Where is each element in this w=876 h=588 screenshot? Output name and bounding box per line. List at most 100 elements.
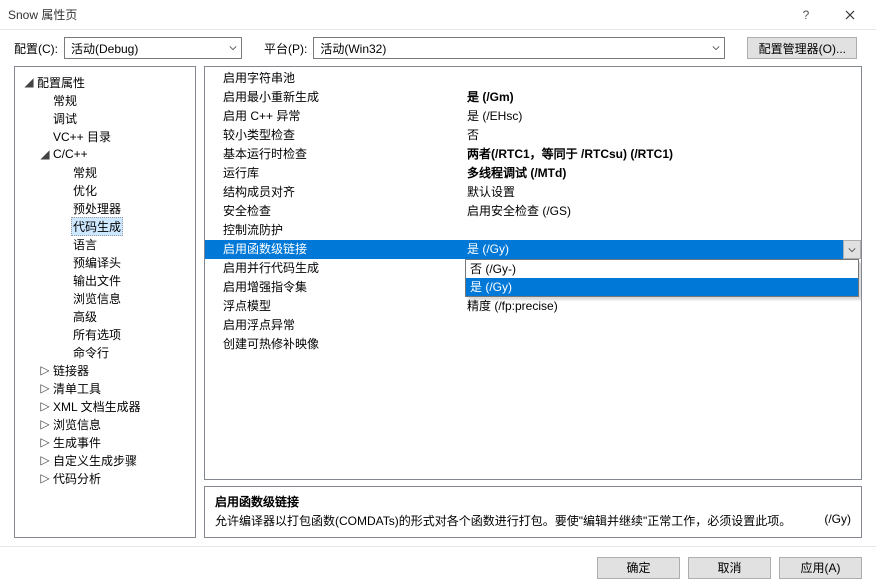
titlebar: Snow 属性页 ?: [0, 0, 876, 30]
tree-collapsed-icon: ▷: [39, 453, 51, 467]
property-grid[interactable]: 启用字符串池启用最小重新生成是 (/Gm)启用 C++ 异常是 (/EHsc)较…: [204, 66, 862, 480]
tree-item[interactable]: 常规: [17, 163, 193, 181]
tree-item-label: 链接器: [51, 362, 91, 379]
property-value-dropdown[interactable]: 否 (/Gy-)是 (/Gy): [465, 259, 859, 297]
property-value: [465, 221, 861, 240]
property-row[interactable]: 启用浮点异常: [205, 316, 861, 335]
property-name: 启用增强指令集: [205, 278, 465, 297]
right-panel: 启用字符串池启用最小重新生成是 (/Gm)启用 C++ 异常是 (/EHsc)较…: [204, 66, 862, 538]
description-body: 允许编译器以打包函数(COMDATs)的形式对各个函数进行打包。要使"编辑并继续…: [215, 512, 812, 529]
property-value: 默认设置: [465, 183, 861, 202]
tree-item[interactable]: ◢配置属性: [17, 73, 193, 91]
property-dropdown-arrow[interactable]: [843, 240, 861, 259]
tree-item[interactable]: ◢C/C++: [17, 145, 193, 163]
property-value: 两者(/RTC1，等同于 /RTCsu) (/RTC1): [465, 145, 861, 164]
tree-item-label: 常规: [51, 92, 79, 109]
property-value: 是 (/Gy): [465, 240, 843, 259]
close-icon: [845, 10, 855, 20]
tree-item-label: 调试: [51, 110, 79, 127]
tree-item[interactable]: ▷链接器: [17, 361, 193, 379]
tree-item[interactable]: VC++ 目录: [17, 127, 193, 145]
tree-item[interactable]: ▷生成事件: [17, 433, 193, 451]
property-row[interactable]: 创建可热修补映像: [205, 335, 861, 354]
tree-item[interactable]: 语言: [17, 235, 193, 253]
property-name: 基本运行时检查: [205, 145, 465, 164]
property-name: 启用浮点异常: [205, 316, 465, 335]
description-flag: (/Gy): [812, 512, 851, 529]
dropdown-option[interactable]: 是 (/Gy): [466, 278, 858, 296]
tree-item-label: C/C++: [51, 147, 90, 161]
tree-item-label: 预编译头: [71, 254, 123, 271]
property-row[interactable]: 结构成员对齐默认设置: [205, 183, 861, 202]
property-row[interactable]: 启用函数级链接是 (/Gy): [205, 240, 861, 259]
tree-item[interactable]: 调试: [17, 109, 193, 127]
tree-collapsed-icon: ▷: [39, 363, 51, 377]
config-row: 配置(C): 活动(Debug) 平台(P): 活动(Win32) 配置管理器(…: [0, 30, 876, 66]
cancel-button[interactable]: 取消: [688, 557, 771, 579]
tree-collapsed-icon: ▷: [39, 399, 51, 413]
tree-item-label: 预处理器: [71, 200, 123, 217]
property-row[interactable]: 较小类型检查否: [205, 126, 861, 145]
property-row[interactable]: 启用最小重新生成是 (/Gm): [205, 88, 861, 107]
tree-collapsed-icon: ▷: [39, 417, 51, 431]
property-name: 启用字符串池: [205, 69, 465, 88]
tree-item[interactable]: ▷XML 文档生成器: [17, 397, 193, 415]
property-value: [465, 69, 861, 88]
property-row[interactable]: 基本运行时检查两者(/RTC1，等同于 /RTCsu) (/RTC1): [205, 145, 861, 164]
tree-item[interactable]: ▷自定义生成步骤: [17, 451, 193, 469]
tree-item[interactable]: 预编译头: [17, 253, 193, 271]
tree-collapsed-icon: ▷: [39, 471, 51, 485]
property-row[interactable]: 运行库多线程调试 (/MTd): [205, 164, 861, 183]
property-name: 浮点模型: [205, 297, 465, 316]
property-value: 是 (/Gm): [465, 88, 861, 107]
platform-dropdown[interactable]: 活动(Win32): [313, 37, 725, 59]
property-value: 精度 (/fp:precise): [465, 297, 861, 316]
tree-item-label: 代码分析: [51, 470, 103, 487]
tree-item-label: 高级: [71, 308, 99, 325]
tree-item[interactable]: ▷代码分析: [17, 469, 193, 487]
tree-item-label: 清单工具: [51, 380, 103, 397]
tree-item-label: XML 文档生成器: [51, 398, 143, 415]
property-name: 启用并行代码生成: [205, 259, 465, 278]
property-row[interactable]: 启用 C++ 异常是 (/EHsc): [205, 107, 861, 126]
property-row[interactable]: 安全检查启用安全检查 (/GS): [205, 202, 861, 221]
tree-expanded-icon: ◢: [39, 147, 51, 161]
close-button[interactable]: [828, 1, 872, 29]
tree-item-label: VC++ 目录: [51, 128, 113, 145]
chevron-down-icon: [229, 41, 237, 55]
property-name: 启用 C++ 异常: [205, 107, 465, 126]
property-value: [465, 316, 861, 335]
tree-item[interactable]: 优化: [17, 181, 193, 199]
tree-item[interactable]: 所有选项: [17, 325, 193, 343]
ok-button[interactable]: 确定: [597, 557, 680, 579]
help-button[interactable]: ?: [784, 1, 828, 29]
chevron-down-icon: [712, 41, 720, 55]
dropdown-option[interactable]: 否 (/Gy-): [466, 260, 858, 278]
config-manager-button[interactable]: 配置管理器(O)...: [747, 37, 857, 59]
property-name: 启用最小重新生成: [205, 88, 465, 107]
tree-item[interactable]: 命令行: [17, 343, 193, 361]
description-title: 启用函数级链接: [215, 493, 851, 510]
apply-button[interactable]: 应用(A): [779, 557, 862, 579]
property-row[interactable]: 控制流防护: [205, 221, 861, 240]
tree-item-label: 代码生成: [71, 217, 123, 236]
tree-item[interactable]: 高级: [17, 307, 193, 325]
tree-item[interactable]: 代码生成: [17, 217, 193, 235]
property-row[interactable]: 浮点模型精度 (/fp:precise): [205, 297, 861, 316]
nav-tree[interactable]: ◢配置属性常规调试VC++ 目录◢C/C++常规优化预处理器代码生成语言预编译头…: [14, 66, 196, 538]
tree-item-label: 输出文件: [71, 272, 123, 289]
tree-item[interactable]: 常规: [17, 91, 193, 109]
property-name: 控制流防护: [205, 221, 465, 240]
tree-item[interactable]: 浏览信息: [17, 289, 193, 307]
config-dropdown[interactable]: 活动(Debug): [64, 37, 242, 59]
tree-item-label: 配置属性: [35, 74, 87, 91]
property-name: 结构成员对齐: [205, 183, 465, 202]
dialog-buttons: 确定 取消 应用(A): [0, 546, 876, 588]
property-row[interactable]: 启用字符串池: [205, 69, 861, 88]
tree-item[interactable]: 预处理器: [17, 199, 193, 217]
window-title: Snow 属性页: [8, 6, 784, 23]
tree-collapsed-icon: ▷: [39, 381, 51, 395]
tree-item[interactable]: 输出文件: [17, 271, 193, 289]
tree-item[interactable]: ▷清单工具: [17, 379, 193, 397]
tree-item[interactable]: ▷浏览信息: [17, 415, 193, 433]
